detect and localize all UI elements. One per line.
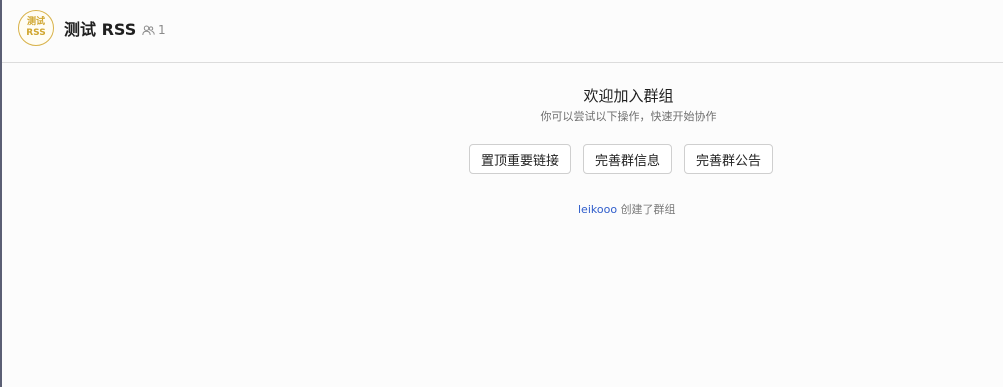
member-count-value: 1 [158,23,166,37]
created-text: 创建了群组 [620,203,676,216]
avatar-text-line1: 测试 [26,17,45,27]
chat-window: 测试 RSS 测试 RSS 1 欢迎加入群组 你可以尝试以下操作，快速开始协作 … [0,0,1003,387]
welcome-subtitle: 你可以尝试以下操作，快速开始协作 [540,110,717,123]
group-avatar[interactable]: 测试 RSS [18,10,54,46]
pin-important-links-button[interactable]: 置顶重要链接 [469,144,572,174]
complete-group-info-button[interactable]: 完善群信息 [583,144,673,174]
group-header: 测试 RSS 测试 RSS 1 [2,0,1003,63]
welcome-panel: 欢迎加入群组 你可以尝试以下操作，快速开始协作 [0,86,1003,125]
creator-link[interactable]: leikooo [578,203,617,216]
group-created-notice: leikooo 创建了群组 [578,202,676,218]
welcome-title: 欢迎加入群组 [583,87,674,105]
complete-group-notice-button[interactable]: 完善群公告 [684,144,774,174]
avatar-text-line2: RSS [26,28,46,38]
group-title[interactable]: 测试 RSS [64,19,136,41]
quick-actions: 置顶重要链接 完善群信息 完善群公告 [469,144,774,174]
users-icon [142,25,155,35]
member-count[interactable]: 1 [142,21,166,39]
